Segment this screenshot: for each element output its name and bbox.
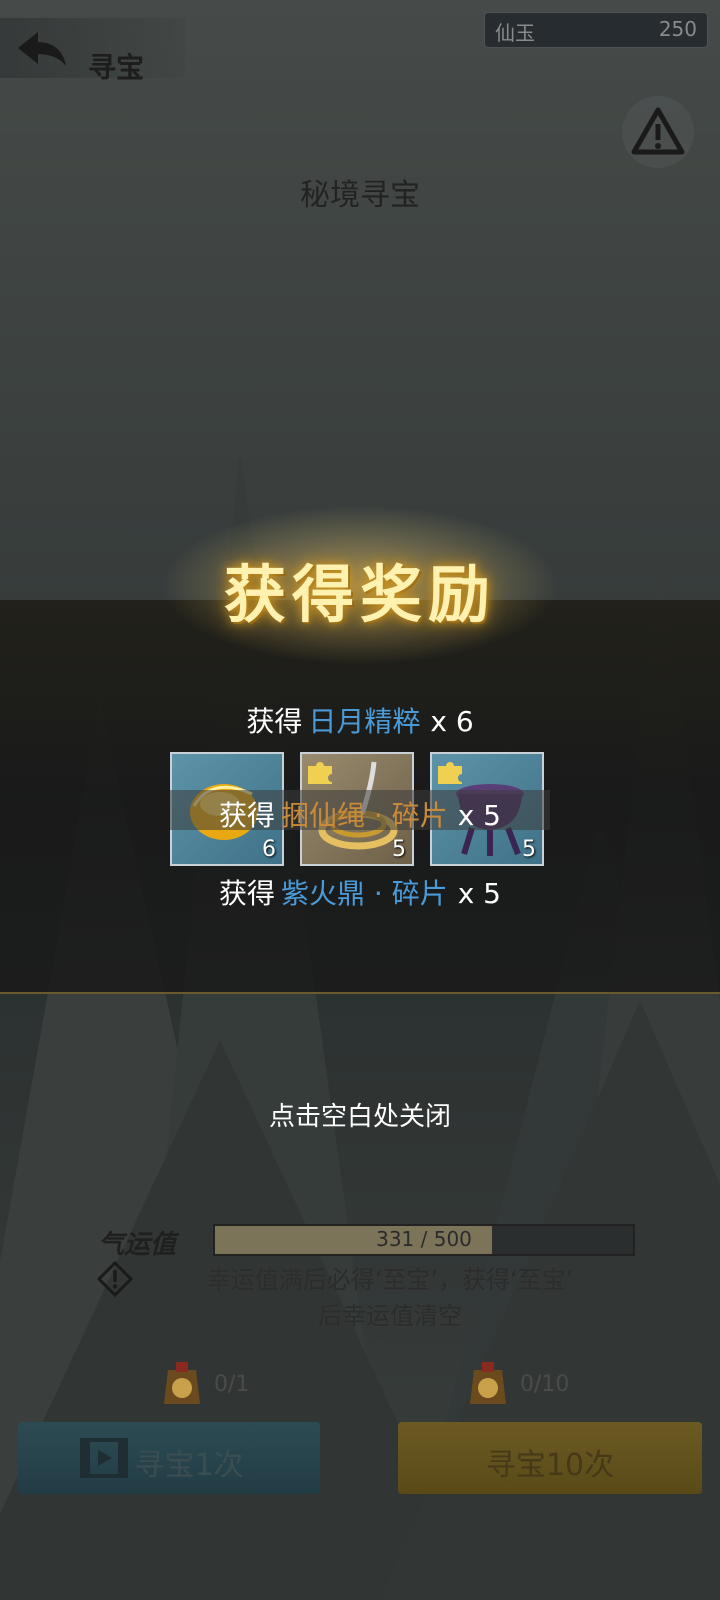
reward-title: 获得奖励 <box>223 558 496 631</box>
reward-line-3: 获得 紫火鼎 · 碎片 x 5 <box>0 872 720 912</box>
item-count: 5 <box>522 837 536 862</box>
ten-token-count: 0/10 <box>520 1372 570 1397</box>
luck-note-line-1: 幸运值满后必得‘至宝’，获得‘至宝’ <box>206 1266 574 1294</box>
reward-qty: x 5 <box>457 877 501 910</box>
reward-qty: x 6 <box>430 705 474 738</box>
reward-prefix: 获得 <box>218 877 275 910</box>
luck-note: 幸运值满后必得‘至宝’，获得‘至宝’ 后幸运值清空 <box>150 1262 630 1334</box>
close-hint[interactable]: 点击空白处关闭 <box>0 1096 720 1133</box>
single-token-count: 0/1 <box>214 1372 250 1397</box>
back-arrow-icon <box>18 32 66 66</box>
currency-display: 仙玉 250 <box>484 12 708 48</box>
luck-label: 气运值 <box>98 1230 177 1260</box>
luck-note-line-2: 后幸运值清空 <box>318 1302 462 1330</box>
warning-icon <box>631 107 685 155</box>
puzzle-piece-icon <box>308 762 332 784</box>
treasure-subtitle: 秘境寻宝 <box>300 178 420 213</box>
info-diamond-icon[interactable] <box>97 1261 133 1297</box>
reward-item-name: 紫火鼎 · 碎片 <box>281 877 448 910</box>
search-ten-label: 寻宝10次 <box>485 1448 615 1483</box>
treasure-token-icon <box>470 1362 506 1404</box>
item-count: 6 <box>262 837 276 862</box>
currency-name: 仙玉 <box>495 21 535 45</box>
reward-line-1: 获得 日月精粹 x 6 <box>0 700 720 740</box>
reward-prefix: 获得 <box>246 705 303 738</box>
currency-value: 250 <box>658 17 697 41</box>
page-title: 寻宝 <box>88 51 145 84</box>
reward-item-name: 日月精粹 <box>308 705 421 738</box>
luck-value: 331 / 500 <box>376 1227 472 1251</box>
back-button[interactable]: 寻宝 <box>0 18 185 84</box>
reward-qty: x 5 <box>457 799 501 832</box>
reward-item-name: 捆仙绳 · 碎片 <box>281 799 448 832</box>
search-once-button[interactable]: 寻宝1次 <box>18 1422 320 1494</box>
warning-button[interactable] <box>622 96 694 168</box>
puzzle-piece-icon <box>438 762 462 784</box>
search-ten-button[interactable]: 寻宝10次 <box>398 1422 702 1494</box>
luck-progress-bar: 331 / 500 <box>213 1224 635 1256</box>
reward-prefix: 获得 <box>218 799 275 832</box>
search-once-label: 寻宝1次 <box>134 1448 244 1483</box>
reward-line-2: 获得 捆仙绳 · 碎片 x 5 <box>0 794 720 834</box>
treasure-token-icon <box>164 1362 200 1404</box>
item-count: 5 <box>392 837 406 862</box>
